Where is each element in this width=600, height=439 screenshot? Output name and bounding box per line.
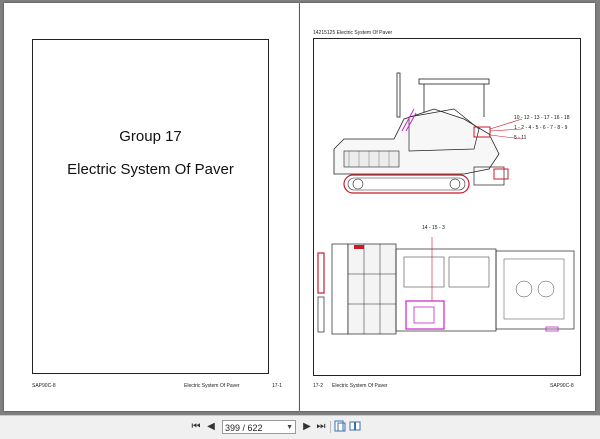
document-viewer: Group 17 Electric System Of Paver SAP90C… xyxy=(0,0,600,415)
toolbar-divider xyxy=(330,421,331,433)
single-page-view-icon[interactable] xyxy=(333,420,347,434)
pdf-page-left: Group 17 Electric System Of Paver SAP90C… xyxy=(4,3,299,411)
page-number-input[interactable]: 399 / 622 ▼ xyxy=(222,420,296,434)
previous-page-icon[interactable]: ◀ xyxy=(204,420,218,434)
footer-title: Electric System Of Paver xyxy=(184,383,240,389)
last-page-icon[interactable]: ⏭ xyxy=(314,420,328,434)
callout-label-2: 1 - 2 - 4 - 5 - 6 - 7 - 8 - 9 xyxy=(514,125,568,131)
footer-model: SAP90C-8 xyxy=(32,383,56,389)
first-page-icon[interactable]: ⏮ xyxy=(189,420,203,434)
callout-label-1: 10 - 12 - 13 - 17 - 16 - 18 xyxy=(514,115,570,121)
page-indicator: 399 / 622 xyxy=(225,423,263,433)
footer-page-number: 17-1 xyxy=(272,383,283,389)
pdf-toolbar: ⏮ ◀ 399 / 622 ▼ ▶ ⏭ xyxy=(0,415,600,439)
title-frame: Group 17 Electric System Of Paver xyxy=(32,39,269,374)
footer-page-number: 17-2 xyxy=(313,383,324,389)
paver-side-view-drawing xyxy=(317,72,575,335)
footer-model: SAP90C-8 xyxy=(550,383,574,389)
section-subtitle: Electric System Of Paver xyxy=(67,161,234,178)
callout-label-3: 5 - 11 xyxy=(514,135,527,141)
footer-title: Electric System Of Paver xyxy=(332,383,388,389)
callout-label-4: 14 - 15 - 3 xyxy=(422,225,445,231)
two-page-view-icon[interactable] xyxy=(348,420,362,434)
group-title: Group 17 xyxy=(119,128,182,145)
next-page-icon[interactable]: ▶ xyxy=(300,420,314,434)
chevron-down-icon[interactable]: ▼ xyxy=(286,421,293,435)
diagram-frame: 10 - 12 - 13 - 17 - 16 - 18 1 - 2 - 4 - … xyxy=(313,38,581,376)
page-header: 14215125 Electric System Of Paver xyxy=(313,30,393,36)
pdf-page-right: 14215125 Electric System Of Paver 10 - 1… xyxy=(300,3,595,411)
